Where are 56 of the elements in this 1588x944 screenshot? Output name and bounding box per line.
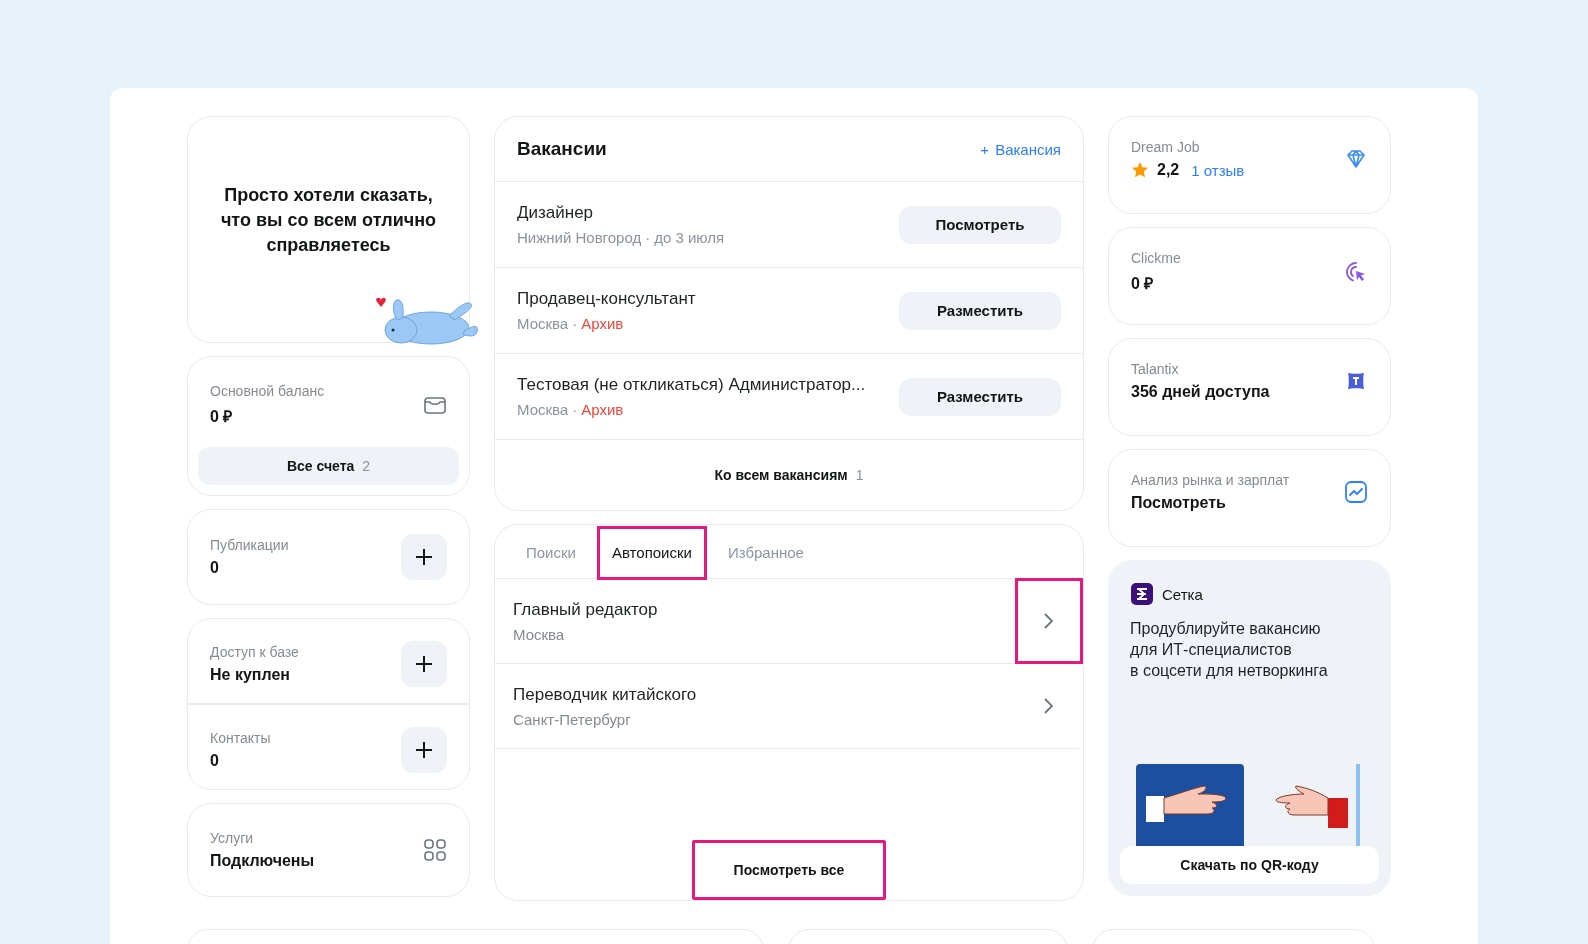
rating-value: 2,2 (1157, 161, 1180, 179)
search-title: Переводчик китайского (513, 684, 697, 705)
vacancy-action-button[interactable]: Разместить (899, 291, 1061, 330)
vacancy-meta: Москва · Архив (517, 401, 625, 418)
add-button[interactable] (401, 726, 447, 773)
partner-name: Talantix (1131, 361, 1180, 377)
reviews-link[interactable]: 1 отзыв (1191, 161, 1245, 179)
star-icon (1131, 161, 1149, 179)
view-all-button[interactable]: Посмотреть все (692, 840, 886, 900)
access-label: Доступ к базе (210, 644, 299, 660)
add-button[interactable] (401, 534, 447, 580)
motivation-text: Просто хотели сказать, что вы со всем отлично справляетесь (219, 184, 438, 257)
publications-label: Публикации (210, 537, 289, 553)
access-label: Контакты (210, 729, 271, 746)
vacancy-meta: Москва · Архив (517, 315, 625, 332)
vacancy-title: Тестовая (не откликаться) Администратор... (517, 375, 866, 395)
plus-icon (414, 739, 434, 760)
vacancy-action-button[interactable]: Посмотреть (899, 205, 1061, 244)
setka-logo-icon (1130, 582, 1154, 606)
partner-name: Анализ рынка и зарплат (1131, 472, 1290, 488)
open-button[interactable] (1015, 578, 1083, 664)
add-vacancy-link[interactable]: + Вакансия (980, 140, 1061, 158)
balance-label: Основной баланс (210, 383, 325, 399)
partner-value: 0 ₽ (1131, 274, 1155, 294)
chevron-right-icon (1043, 697, 1055, 715)
search-location: Санкт-Петербург (513, 710, 632, 728)
brand-name: Сетка (1162, 585, 1203, 603)
search-title: Главный редактор (513, 599, 658, 620)
access-value: 0 (210, 751, 220, 770)
gem-icon (1344, 147, 1368, 171)
publications-value: 0 (210, 559, 220, 577)
balance-value: 0 ₽ (210, 407, 234, 427)
grid-icon (423, 837, 447, 862)
partner-name: Dream Job (1131, 139, 1201, 155)
vacancy-title: Продавец-консультант (517, 289, 696, 309)
access-value: Не куплен (210, 666, 291, 684)
services-label: Услуги (210, 829, 255, 846)
trend-chart-icon (1344, 480, 1368, 504)
chevron-right-icon (1043, 612, 1055, 630)
promo-text: Продублируйте вакансию для ИТ-специалистов в соцсети для нетворкинга (1130, 619, 1329, 681)
partner-value: 356 дней доступа (1131, 383, 1270, 401)
add-button[interactable] (401, 641, 447, 687)
vacancy-action-button[interactable]: Разместить (899, 377, 1061, 416)
vacancy-title: Дизайнер (517, 203, 595, 223)
plus-icon (414, 654, 434, 674)
tab[interactable]: Автопоиски (596, 525, 707, 580)
plus-icon (414, 547, 434, 567)
all-accounts-button[interactable]: Все счета 2 (198, 447, 459, 485)
partner-name: Clickme (1131, 250, 1181, 266)
search-location: Москва (513, 625, 566, 643)
partner-value: Посмотреть (1131, 494, 1227, 512)
qr-download-button[interactable]: Скачать по QR-коду (1120, 846, 1379, 884)
vacancy-meta: Нижний Новгород · до 3 июля (517, 229, 725, 246)
vacancies-title: Вакансии (517, 138, 607, 160)
all-vacancies-link[interactable]: Ко всем вакансиям 1 (495, 440, 1083, 510)
services-value: Подключены (210, 851, 315, 870)
